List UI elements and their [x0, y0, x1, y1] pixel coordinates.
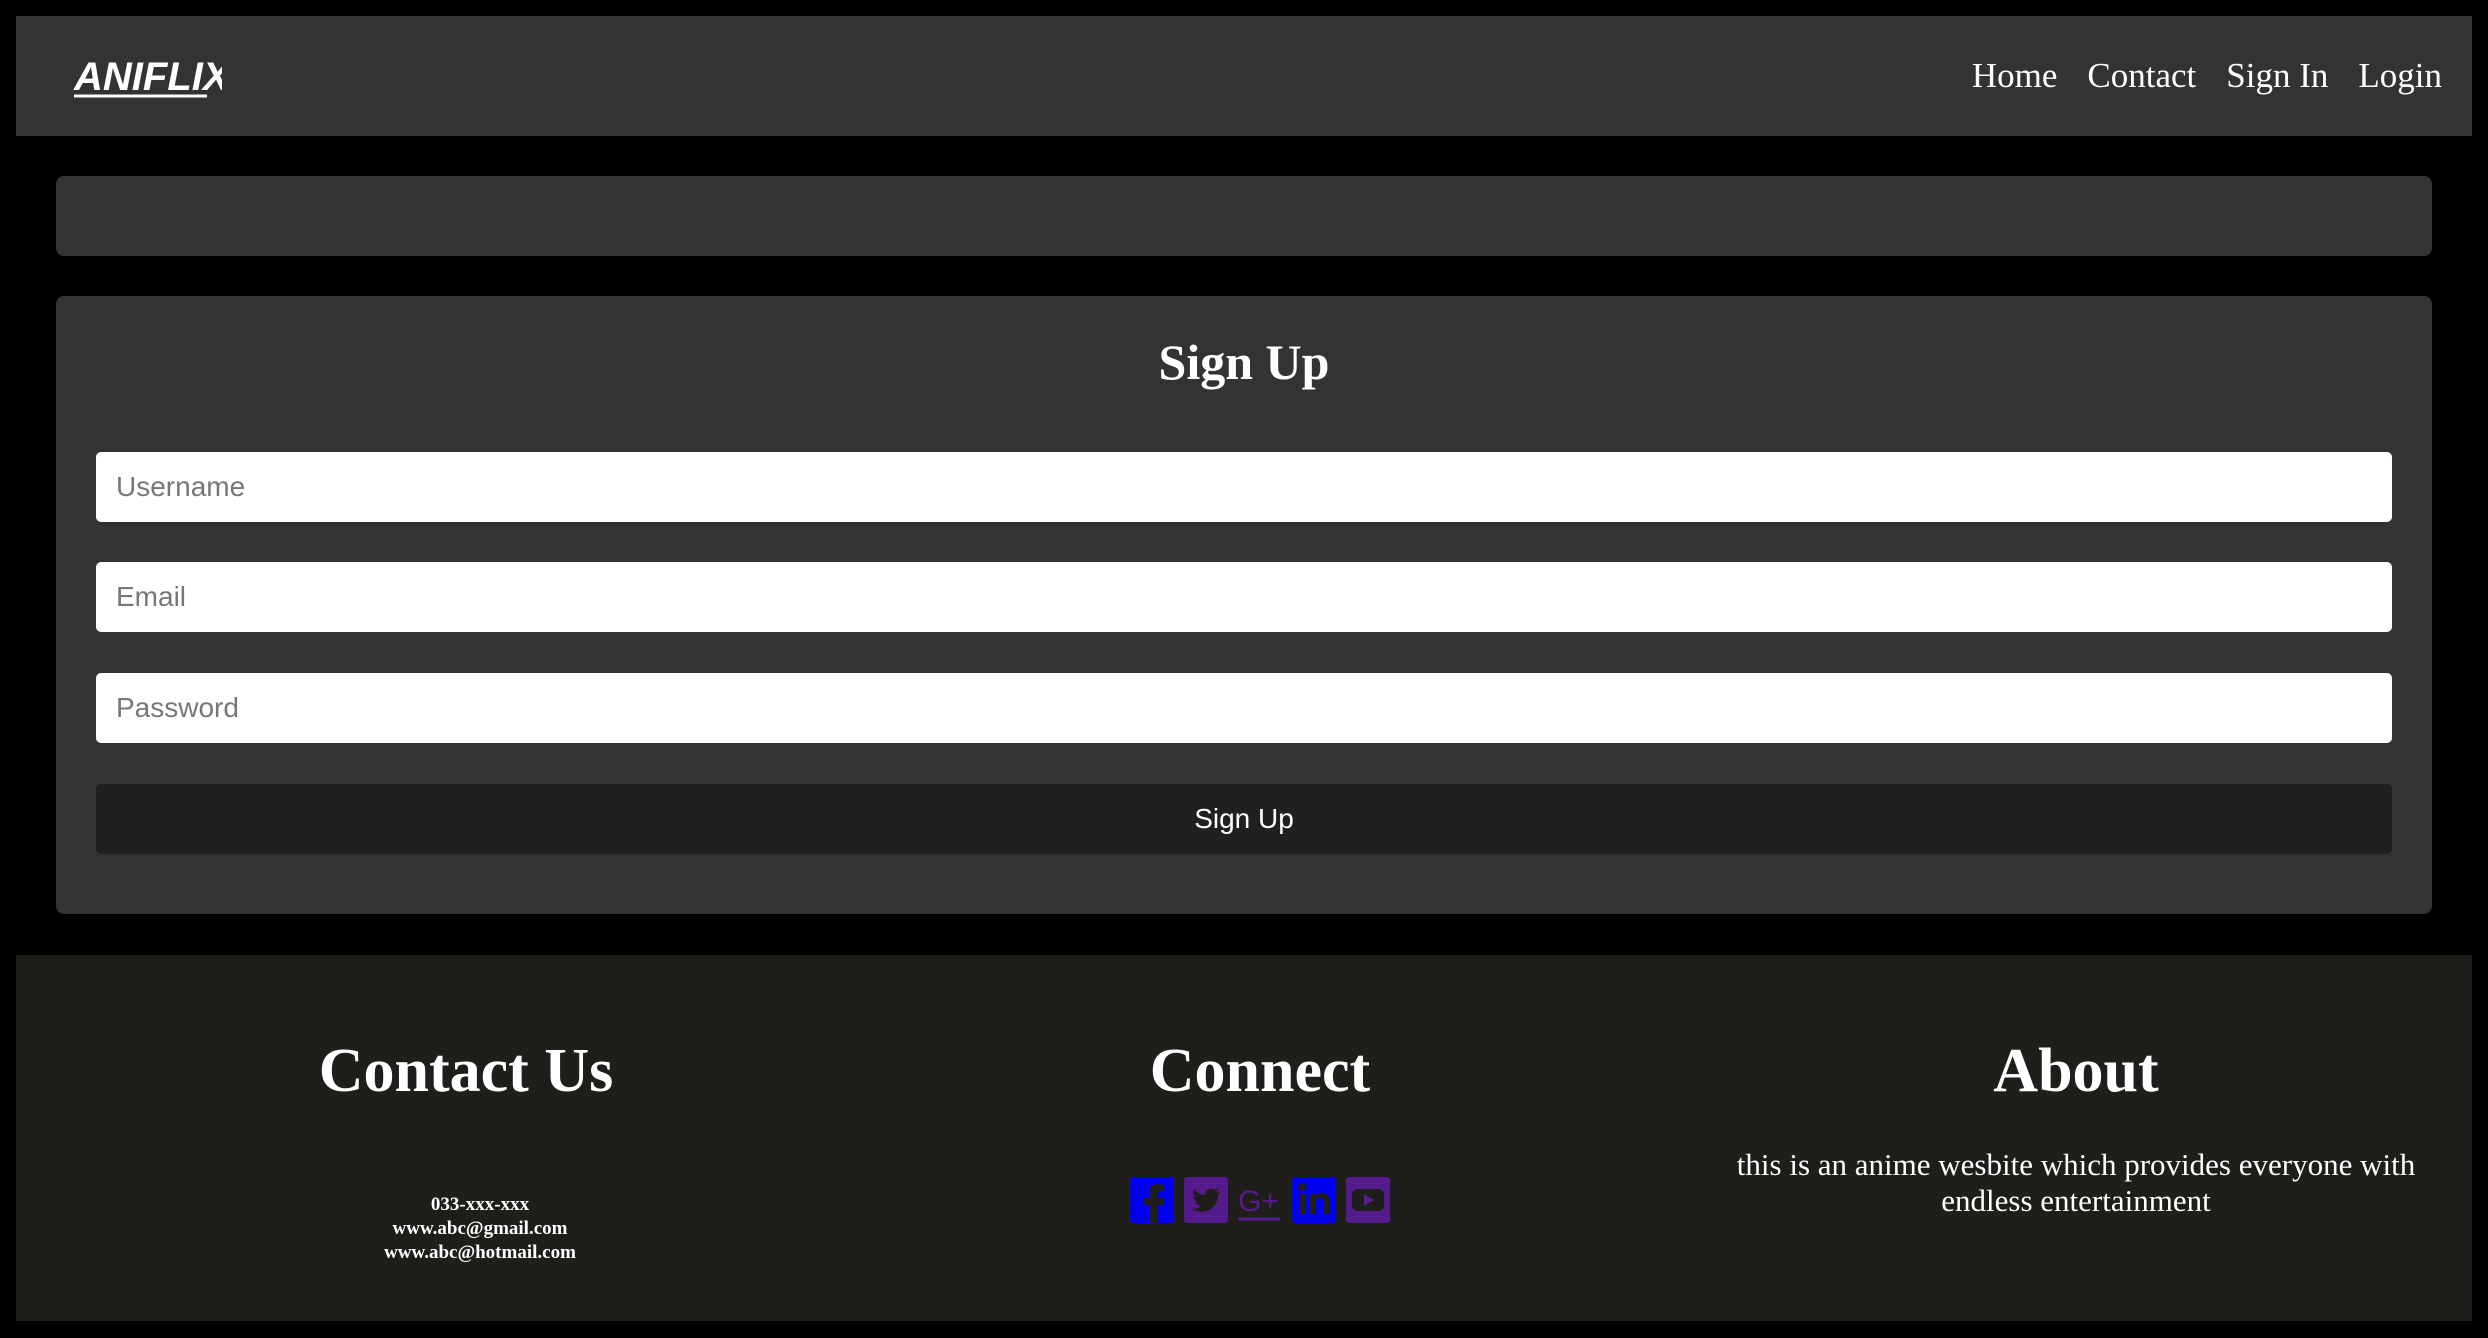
nav-home-link[interactable]: Home: [1972, 56, 2058, 96]
nav-links: Home Contact Sign In Login: [1942, 16, 2442, 136]
nav-contact-link[interactable]: Contact: [2087, 56, 2196, 96]
footer: Contact Us 033-xxx-xxx www.abc@gmail.com…: [16, 955, 2472, 1321]
twitter-icon[interactable]: [1184, 1177, 1228, 1223]
about-heading: About: [1993, 1037, 2159, 1105]
password-input[interactable]: [96, 673, 2392, 743]
contact-email-hotmail: www.abc@hotmail.com: [384, 1242, 576, 1263]
contact-phone: 033-xxx-xxx: [430, 1194, 530, 1215]
signup-title: Sign Up: [1158, 334, 1330, 390]
footer-contact-section: Contact Us 033-xxx-xxx www.abc@gmail.com…: [146, 1035, 786, 1265]
facebook-icon[interactable]: [1130, 1177, 1174, 1223]
email-input[interactable]: [96, 562, 2392, 632]
banner-bar: [56, 176, 2432, 256]
about-text: this is an anime wesbite which provides …: [1736, 1147, 2416, 1218]
svg-text:G+: G+: [1238, 1185, 1279, 1218]
contact-email-gmail: www.abc@gmail.com: [392, 1218, 568, 1239]
footer-about-section: About this is an anime wesbite which pro…: [1716, 1035, 2436, 1219]
signup-panel: Sign Up Sign Up: [56, 296, 2432, 914]
google-plus-icon[interactable]: G+: [1238, 1177, 1282, 1223]
youtube-icon[interactable]: [1346, 1177, 1390, 1223]
svg-text:ANIFLIX: ANIFLIX: [73, 55, 222, 99]
linkedin-icon[interactable]: [1292, 1177, 1336, 1223]
nav-login-link[interactable]: Login: [2358, 56, 2442, 96]
social-links: G+: [940, 1177, 1580, 1223]
footer-connect-section: Connect G+: [940, 1035, 1580, 1223]
aniflix-logo[interactable]: ANIFLIX: [72, 44, 222, 106]
connect-heading: Connect: [1149, 1037, 1371, 1105]
contact-details: 033-xxx-xxx www.abc@gmail.com www.abc@ho…: [174, 1193, 786, 1265]
nav-sign-in-link[interactable]: Sign In: [2226, 56, 2328, 96]
contact-heading: Contact Us: [318, 1037, 614, 1105]
username-input[interactable]: [96, 452, 2392, 522]
signup-button[interactable]: Sign Up: [96, 784, 2392, 854]
navbar: ANIFLIX Home Contact Sign In Login: [16, 16, 2472, 136]
